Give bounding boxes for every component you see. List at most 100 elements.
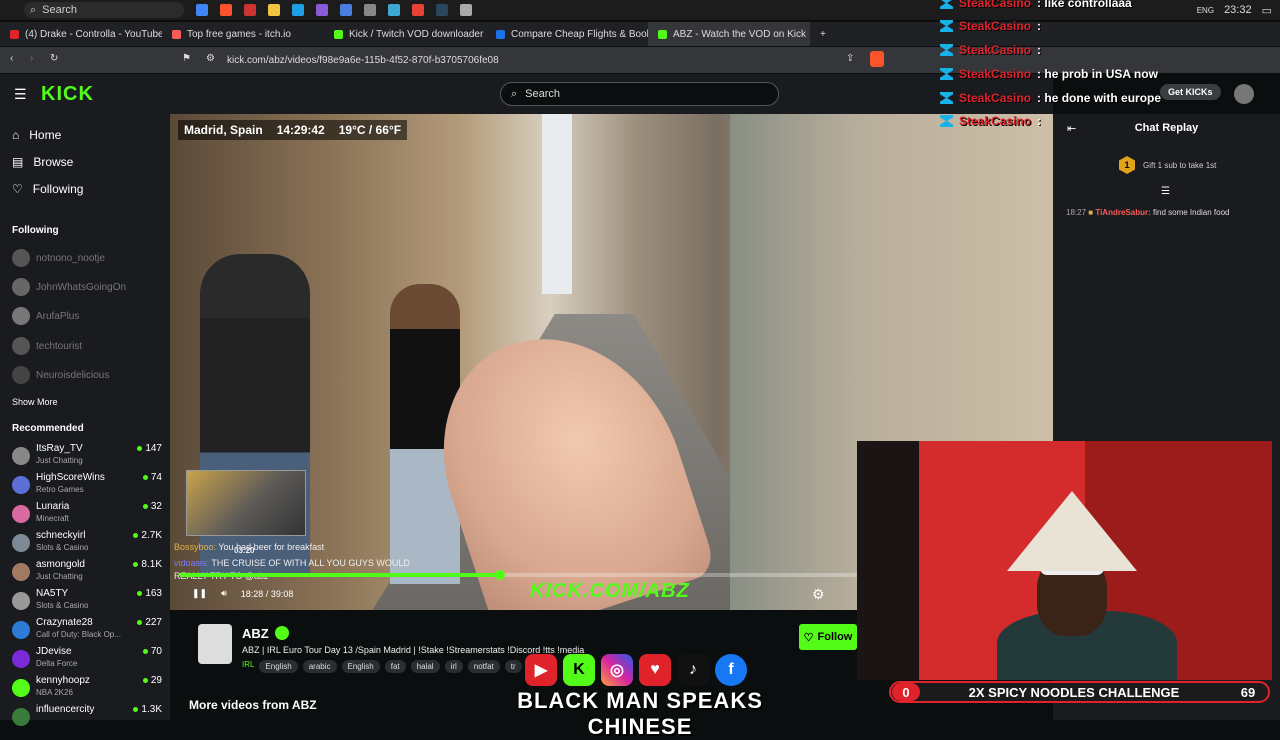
seek-bar[interactable] [180,570,860,580]
menu-icon[interactable]: ☰ [14,86,27,103]
kick-icon [334,29,343,39]
avatar [12,249,30,267]
brave-icon[interactable] [220,4,232,16]
url-field[interactable]: kick.com/abz/videos/f98e9a6e-115b-4f52-8… [227,55,499,66]
pause-icon[interactable]: ❚❚ [192,588,207,599]
tag[interactable]: English [341,660,380,673]
recommended-item[interactable]: schneckyirl Slots & Casino 2.7K [12,530,162,556]
share-icon[interactable]: ⇪ [846,53,854,64]
tab-flights[interactable]: Compare Cheap Flights & Book Airline [486,22,648,46]
bookmark-icon[interactable]: ⚑ [182,53,191,64]
tab-label: ABZ - Watch the VOD on Kick [673,28,807,40]
volume-icon[interactable]: 🔊︎ [221,588,227,599]
gift-sub-banner[interactable]: 1 Gift 1 sub to take 1st [1119,156,1216,174]
taskbar-search[interactable]: ⌕ Search [24,2,184,18]
recommended-item[interactable]: JDevise Delta Force 70 [12,646,162,672]
chrome-icon[interactable] [412,4,424,16]
channel-avatar[interactable] [198,624,232,664]
app-icon[interactable] [244,4,256,16]
following-item[interactable]: notnono_nootje [12,249,162,267]
tab-youtube[interactable]: (4) Drake - Controlla - YouTube [0,22,162,46]
viewer-count: 70 [142,646,162,657]
forward-icon[interactable]: › [30,53,33,64]
chat-user: vidoasis: [174,558,210,568]
recommended-item[interactable]: ItsRay_TV Just Chatting 147 [12,443,162,469]
tab-vod-downloader[interactable]: Kick / Twitch VOD downloader [324,22,486,46]
kick-icon: K [563,654,595,686]
tag[interactable]: fat [384,660,406,673]
following-item[interactable]: ArufaPlus [12,307,162,325]
get-kicks-button[interactable]: Get KICKs [1160,84,1221,100]
site-info-icon[interactable]: ⚙ [206,53,215,64]
recommended-item[interactable]: Crazynate28 Call of Duty: Black Op... 227 [12,617,162,643]
channel-category: Call of Duty: Black Op... [36,630,121,639]
app-icon[interactable] [388,4,400,16]
duration: 39:08 [270,588,294,599]
player-controls: ❚❚ 🔊︎ 18:28 / 39:08 [192,588,293,599]
following-item[interactable]: JohnWhatsGoingOn [12,278,162,296]
category-tag[interactable]: IRL [242,660,254,673]
avatar [12,476,30,494]
youtube-icon: ▶ [525,654,557,686]
filter-icon[interactable]: ☰ [1161,186,1170,197]
tag[interactable]: English [259,660,298,673]
brave-shield-icon[interactable] [870,51,884,67]
new-tab-button[interactable]: + [810,22,840,46]
webcam-overlay [857,441,1272,680]
user-avatar[interactable] [1234,84,1254,104]
viewer-count: 8.1K [133,559,162,570]
recommended-item[interactable]: kennyhoopz NBA 2K26 29 [12,675,162,701]
avatar [12,621,30,639]
reload-icon[interactable]: ↻ [50,53,58,64]
message-user[interactable]: TiAndreSabur: [1095,208,1150,217]
steam-icon[interactable] [436,4,448,16]
tag[interactable]: arabic [302,660,337,673]
recommended-item[interactable]: HighScoreWins Retro Games 74 [12,472,162,498]
live-dot [142,649,148,654]
recommended-item[interactable]: Lunaria Minecraft 32 [12,501,162,527]
channel-name: HighScoreWins [36,472,105,483]
tab-itch[interactable]: Top free games - itch.io [162,22,324,46]
tag[interactable]: halal [410,660,440,673]
kick-logo[interactable]: KICK [41,83,94,106]
nav-browse[interactable]: ▤ Browse [12,155,73,169]
app-icon[interactable] [196,4,208,16]
recommended-item[interactable]: influencercity 1.3K [12,704,162,730]
show-more-link[interactable]: Show More [12,397,58,407]
app-icon[interactable] [364,4,376,16]
tag[interactable]: notfat [467,660,500,673]
instagram-icon: ◎ [601,654,633,686]
overlay-user: SteakCasino [959,19,1032,33]
viewer-count-value: 74 [150,472,162,483]
gift-count: 1 [1124,160,1130,170]
follow-button[interactable]: ♡ Follow [799,624,857,650]
tag[interactable]: irl [444,660,463,673]
recommended-item[interactable]: asmongold Just Chatting 8.1K [12,559,162,585]
search-input[interactable]: ⌕ Search [500,82,779,106]
app-icon[interactable] [316,4,328,16]
following-item[interactable]: techtourist [12,337,162,355]
tag[interactable]: tr [504,660,522,673]
settings-icon[interactable]: ⚙ [812,586,825,603]
seek-handle[interactable] [494,570,505,580]
following-item[interactable]: Neuroisdelicious [12,366,162,384]
viewer-count: 2.7K [133,530,162,541]
overlay-user: SteakCasino [959,67,1032,81]
channel-category: Retro Games [36,485,84,494]
nav-following[interactable]: ♡ Following [12,182,83,196]
tab-kick-vod[interactable]: ABZ - Watch the VOD on Kick✕ [648,22,810,46]
overlay-msg: : [1037,43,1042,57]
settings-icon[interactable] [460,4,472,16]
more-videos-heading: More videos from ABZ [189,698,317,712]
channel-name[interactable]: ABZ [242,626,269,641]
social-icons: ▶ K ◎ ♥ ♪ f [525,654,747,686]
app-icon[interactable] [340,4,352,16]
tab-label: (4) Drake - Controlla - YouTube [25,28,162,40]
nav-home[interactable]: ⌂ Home [12,128,61,142]
back-icon[interactable]: ‹ [10,53,13,64]
viewer-count: 147 [137,443,162,454]
folder-icon[interactable] [268,4,280,16]
kick-chat-icon [940,44,953,56]
recommended-item[interactable]: NA5TY Slots & Casino 163 [12,588,162,614]
edge-icon[interactable] [292,4,304,16]
